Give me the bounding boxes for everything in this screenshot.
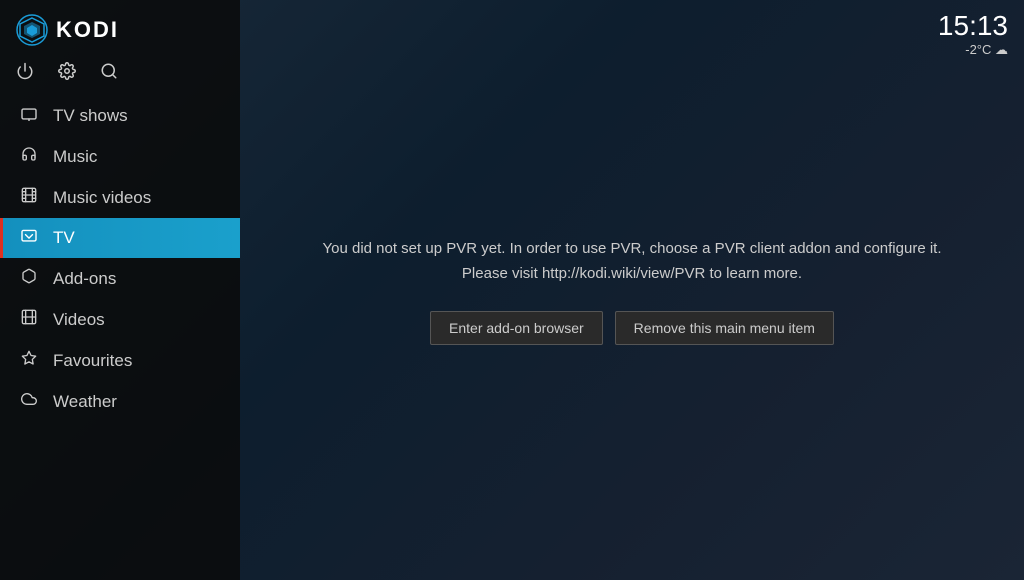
- clock-area: 15:13 -2°C ☁: [938, 12, 1008, 58]
- tv-shows-icon: [19, 107, 39, 126]
- screen: KODI: [0, 0, 1024, 580]
- sidebar-icon-row: [0, 56, 240, 92]
- sidebar-item-videos[interactable]: Videos: [0, 299, 240, 340]
- sidebar-item-music-videos[interactable]: Music videos: [0, 177, 240, 218]
- pvr-message: You did not set up PVR yet. In order to …: [323, 236, 942, 287]
- music-label: Music: [53, 147, 224, 167]
- addons-label: Add-ons: [53, 269, 224, 289]
- favourites-icon: [19, 350, 39, 371]
- main-content: 15:13 -2°C ☁ You did not set up PVR yet.…: [240, 0, 1024, 580]
- pvr-buttons: Enter add-on browser Remove this main me…: [430, 311, 834, 345]
- app-title: KODI: [56, 17, 119, 43]
- music-videos-icon: [19, 187, 39, 208]
- kodi-logo-icon: [16, 14, 48, 46]
- sidebar-item-tv-shows[interactable]: TV shows: [0, 96, 240, 136]
- sidebar-item-addons[interactable]: Add-ons: [0, 258, 240, 299]
- enter-addon-browser-button[interactable]: Enter add-on browser: [430, 311, 603, 345]
- tv-label: TV: [53, 228, 224, 248]
- weather-label: Weather: [53, 392, 224, 412]
- sidebar: KODI: [0, 0, 240, 580]
- videos-label: Videos: [53, 310, 224, 330]
- search-icon[interactable]: [100, 62, 118, 80]
- sidebar-item-favourites[interactable]: Favourites: [0, 340, 240, 381]
- music-videos-label: Music videos: [53, 188, 224, 208]
- videos-icon: [19, 309, 39, 330]
- sidebar-item-tv[interactable]: TV: [0, 218, 240, 258]
- pvr-message-line1: You did not set up PVR yet. In order to …: [323, 240, 942, 257]
- pvr-message-line2: Please visit http://kodi.wiki/view/PVR t…: [462, 265, 802, 282]
- settings-icon[interactable]: [58, 62, 76, 80]
- sidebar-header: KODI: [0, 0, 240, 56]
- clock-weather: -2°C ☁: [938, 42, 1008, 58]
- tv-shows-label: TV shows: [53, 106, 224, 126]
- sidebar-item-music[interactable]: Music: [0, 136, 240, 177]
- sidebar-nav: TV shows Music: [0, 92, 240, 580]
- tv-icon: [19, 229, 39, 248]
- favourites-label: Favourites: [53, 351, 224, 371]
- remove-main-menu-item-button[interactable]: Remove this main menu item: [615, 311, 834, 345]
- weather-icon: [19, 391, 39, 412]
- power-icon[interactable]: [16, 62, 34, 80]
- addons-icon: [19, 268, 39, 289]
- music-icon: [19, 146, 39, 167]
- sidebar-item-weather[interactable]: Weather: [0, 381, 240, 422]
- clock-time: 15:13: [938, 12, 1008, 40]
